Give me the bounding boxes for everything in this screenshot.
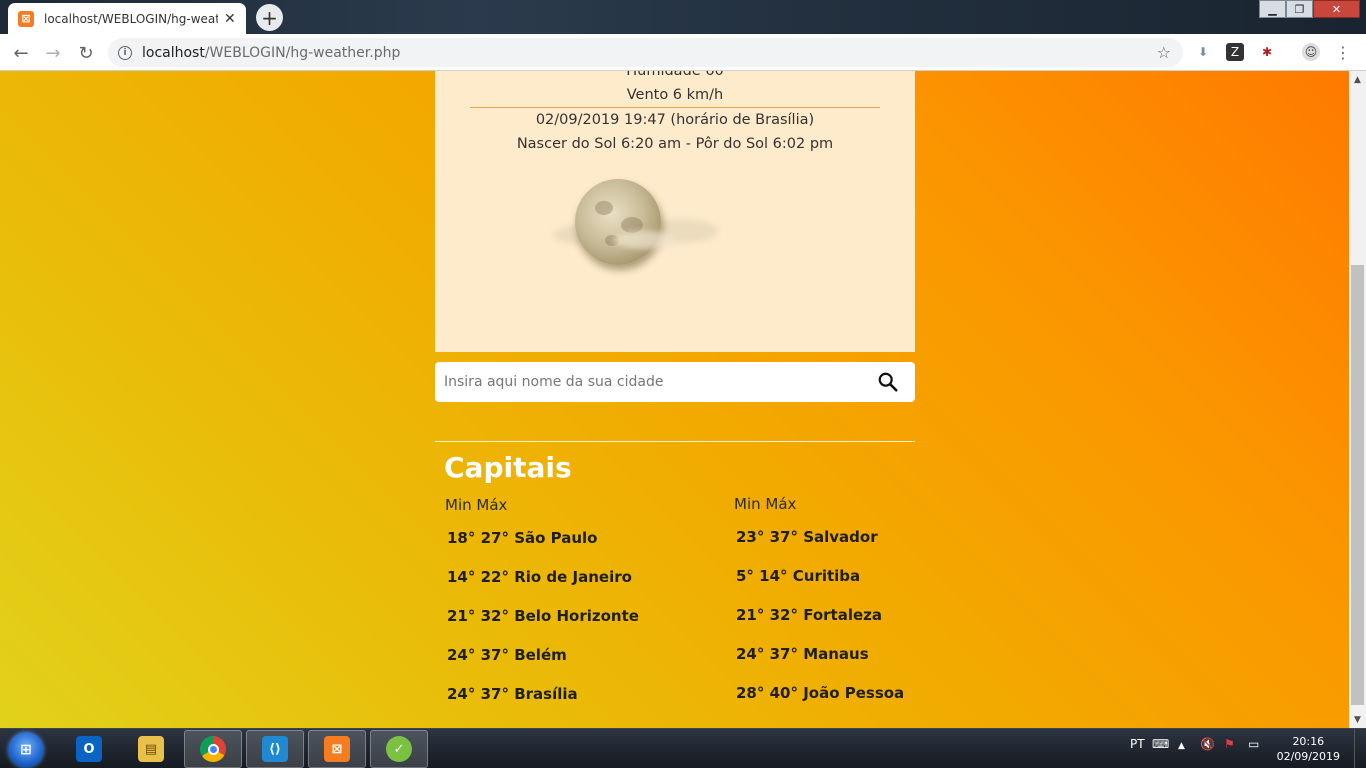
url-text: localhost/WEBLOGIN/hg-weather.php — [142, 45, 400, 61]
card-divider — [470, 107, 880, 108]
city-row: 14° 22° Rio de Janeiro — [447, 568, 632, 586]
menu-icon[interactable]: ⋮ — [1334, 43, 1352, 62]
back-icon[interactable]: ← — [10, 42, 32, 64]
volume-muted-icon[interactable]: 🔇 — [1200, 737, 1215, 751]
tab-title: localhost/WEBLOGIN/hg-weathe — [44, 11, 218, 26]
windows-taskbar: ⊞ O ▤ ⟨⟩ ⊠ ✓ PT ⌨ ▲ 🔇 ⚑ ▭ 20:16 02/09/20… — [0, 728, 1366, 768]
city-row: 24° 37° Brasília — [447, 685, 578, 703]
tab-close-icon[interactable]: ✕ — [224, 11, 236, 27]
capitais-divider — [435, 441, 915, 442]
url-path: /WEBLOGIN/hg-weather.php — [204, 44, 401, 61]
outlook-icon[interactable]: O — [60, 730, 118, 768]
min-max-header: Min Máx — [445, 496, 508, 514]
search-icon[interactable] — [877, 371, 899, 393]
xampp-icon[interactable]: ⊠ — [308, 730, 366, 768]
clock-date: 02/09/2019 — [1276, 750, 1340, 763]
star-icon[interactable]: ☆ — [1157, 43, 1171, 62]
taskbar-clock[interactable]: 20:16 02/09/2019 — [1277, 734, 1340, 764]
close-window-button[interactable]: ✕ — [1313, 0, 1360, 18]
url-host: localhost — [142, 44, 205, 61]
vscode-icon[interactable]: ⟨⟩ — [246, 730, 304, 768]
browser-titlebar: ⊠ localhost/WEBLOGIN/hg-weathe ✕ + ▁ ❐ ✕ — [0, 0, 1366, 34]
keyboard-icon[interactable]: ⌨ — [1152, 737, 1169, 751]
info-icon[interactable]: i — [118, 45, 132, 60]
extension-icon[interactable]: Z — [1226, 43, 1244, 61]
moon-cloud-icon — [553, 175, 721, 271]
show-hidden-icons-icon[interactable]: ▲ — [1178, 741, 1185, 751]
city-search-box — [435, 362, 915, 402]
minimize-button[interactable]: ▁ — [1259, 0, 1286, 18]
browser-toolbar: ← → ↻ i localhost/WEBLOGIN/hg-weather.ph… — [0, 34, 1366, 71]
moon-shape — [575, 179, 661, 265]
forward-icon[interactable]: → — [42, 42, 64, 64]
capitais-column-left: Min Máx 18° 27° São Paulo 14° 22° Rio de… — [445, 496, 639, 703]
humidity-text: Humidade 60 — [626, 71, 724, 79]
network-icon[interactable]: ⚑ — [1224, 737, 1235, 751]
city-row: 28° 40° João Pessoa — [736, 684, 905, 702]
restore-button[interactable]: ❐ — [1286, 0, 1313, 18]
scroll-down-arrow-icon[interactable]: ▼ — [1349, 711, 1366, 728]
xampp-favicon-icon: ⊠ — [18, 10, 34, 27]
start-button[interactable]: ⊞ — [8, 732, 44, 768]
city-row: 24° 37° Manaus — [736, 645, 869, 663]
download-icon[interactable]: ⬇ — [1194, 43, 1212, 61]
city-row: 24° 37° Belém — [447, 646, 567, 664]
language-indicator[interactable]: PT — [1130, 737, 1145, 751]
page-scrollbar[interactable]: ▲ ▼ — [1349, 71, 1366, 728]
profile-icon[interactable]: ☺ — [1302, 43, 1320, 61]
wind-text: Vento 6 km/h — [626, 87, 724, 103]
cloud-shape — [613, 231, 677, 249]
scroll-thumb[interactable] — [1351, 265, 1364, 705]
page-viewport: Humidade 60 Vento 6 km/h 02/09/2019 19:4… — [0, 71, 1349, 728]
scroll-up-arrow-icon[interactable]: ▲ — [1349, 71, 1366, 88]
weather-card: Humidade 60 Vento 6 km/h 02/09/2019 19:4… — [435, 71, 915, 352]
app-icon[interactable]: ✓ — [370, 730, 428, 768]
city-row: 21° 32° Belo Horizonte — [447, 607, 639, 625]
file-explorer-icon[interactable]: ▤ — [122, 730, 180, 768]
moon-crater — [595, 201, 613, 215]
new-tab-button[interactable]: + — [256, 4, 283, 31]
chrome-center — [207, 743, 219, 755]
address-bar[interactable]: i localhost/WEBLOGIN/hg-weather.php ☆ — [108, 38, 1183, 67]
datetime-text: 02/09/2019 19:47 (horário de Brasília) — [535, 112, 815, 128]
city-row: 21° 32° Fortaleza — [736, 606, 882, 624]
city-search-input[interactable] — [444, 374, 864, 390]
city-row: 18° 27° São Paulo — [447, 529, 598, 547]
reload-icon[interactable]: ↻ — [75, 42, 97, 64]
chrome-icon[interactable] — [184, 730, 242, 768]
action-center-icon[interactable]: ▭ — [1248, 737, 1259, 751]
capitais-column-right: Min Máx 23° 37° Salvador 5° 14° Curitiba… — [734, 495, 904, 702]
sunrise-sunset-text: Nascer do Sol 6:20 am - Pôr do Sol 6:02 … — [516, 136, 834, 152]
city-row: 5° 14° Curitiba — [736, 567, 861, 585]
clock-time: 20:16 — [1292, 735, 1325, 748]
window-controls: ▁ ❐ ✕ — [1259, 0, 1360, 18]
browser-tab[interactable]: ⊠ localhost/WEBLOGIN/hg-weathe ✕ — [8, 3, 246, 34]
min-max-header: Min Máx — [734, 495, 797, 513]
show-desktop-button[interactable] — [1354, 729, 1366, 768]
capitais-title: Capitais — [444, 451, 572, 484]
city-row: 23° 37° Salvador — [736, 528, 878, 546]
bug-icon[interactable]: ✱ — [1258, 43, 1276, 61]
